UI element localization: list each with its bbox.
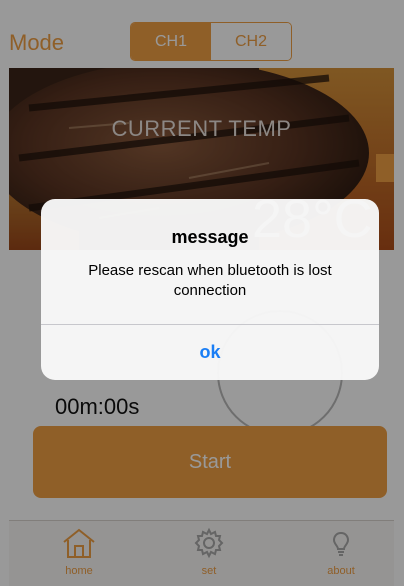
- dialog-title: message: [171, 227, 249, 247]
- dialog-message: Please rescan when bluetooth is lost con…: [88, 262, 332, 299]
- alert-dialog: message Please rescan when bluetooth is …: [41, 199, 379, 380]
- ok-button[interactable]: ok: [41, 325, 379, 380]
